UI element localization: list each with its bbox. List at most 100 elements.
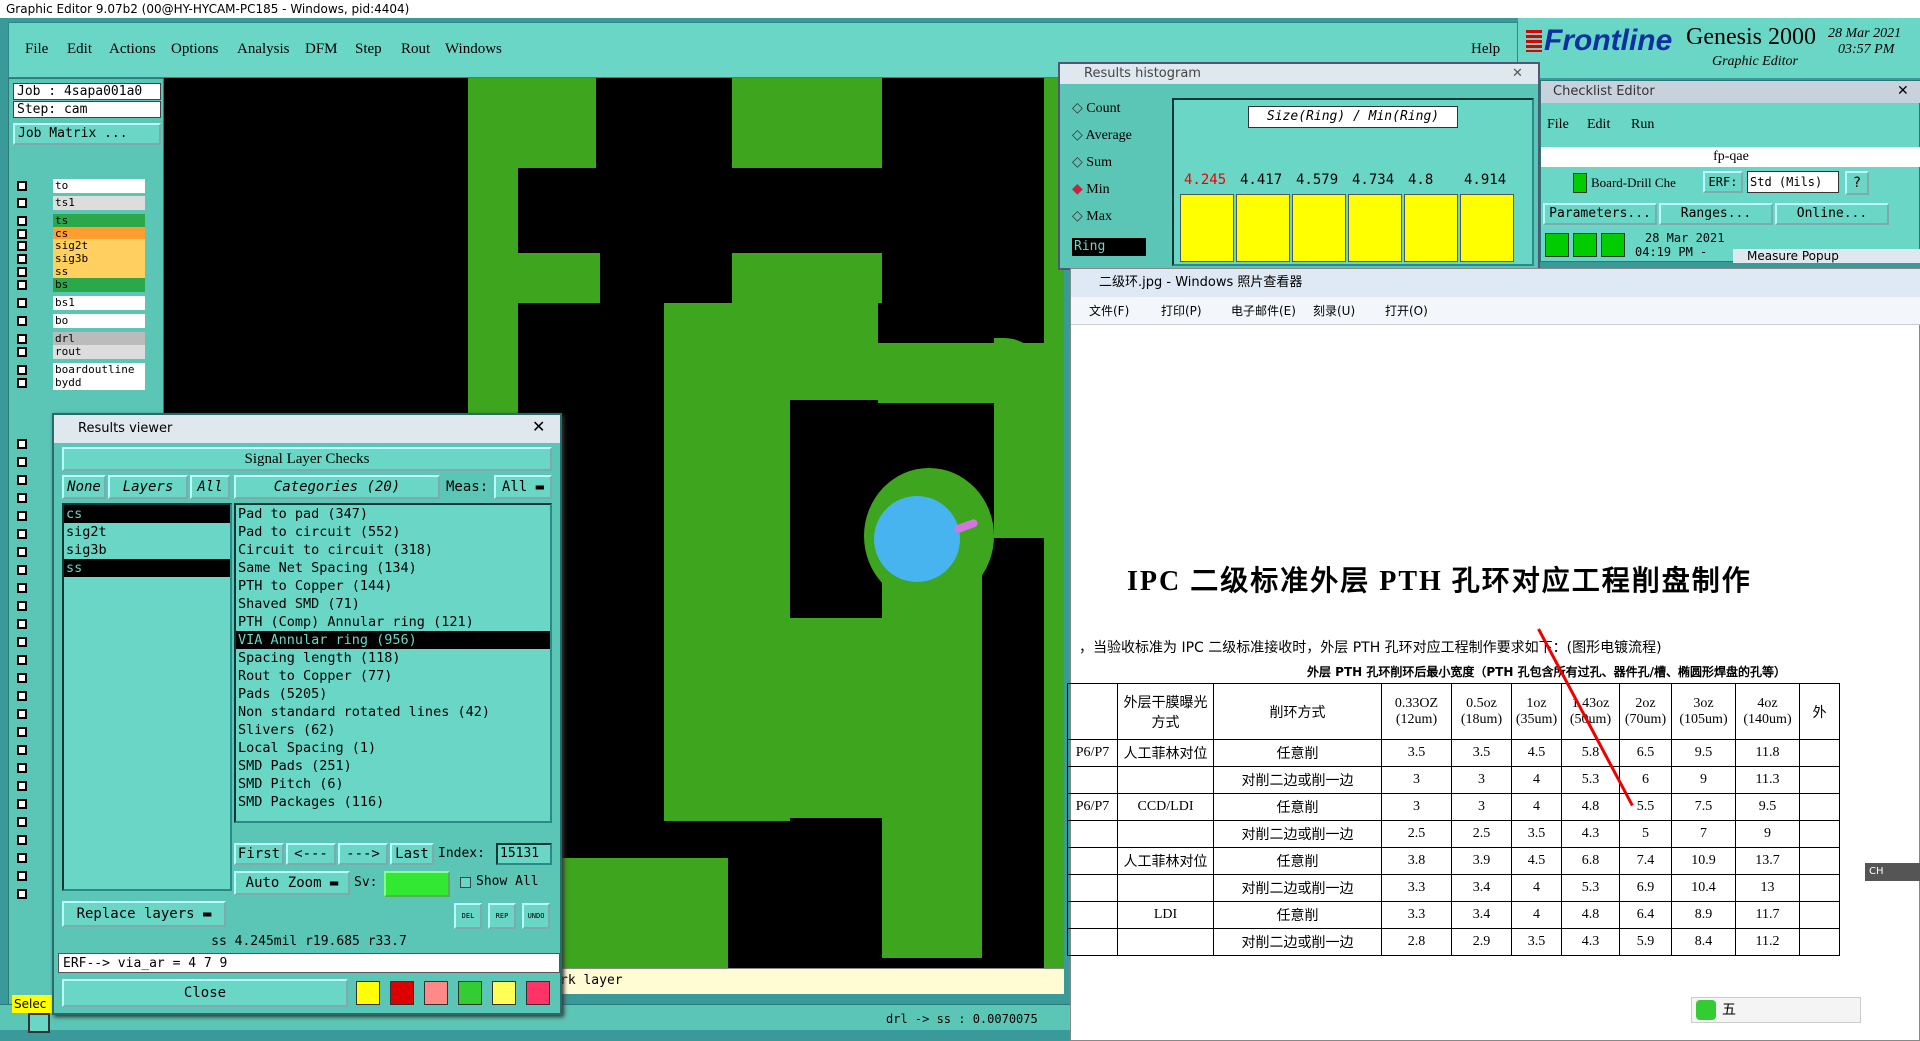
menu-actions[interactable]: Actions [109, 41, 156, 58]
number-icon[interactable] [458, 981, 482, 1005]
hist-option-count[interactable]: ◇ Count [1072, 100, 1121, 117]
erf-button[interactable]: ERF: [1703, 171, 1743, 193]
layer-checkbox[interactable] [17, 835, 27, 845]
layer-row-sig3b[interactable]: sig3b [13, 252, 163, 266]
layer-row-ts[interactable]: ts [13, 214, 163, 228]
layer-row-boardoutline[interactable]: boardoutline [13, 363, 163, 377]
category-item[interactable]: Spacing length (118) [236, 649, 550, 667]
category-item[interactable]: Local Spacing (1) [236, 739, 550, 757]
category-item[interactable]: Pads (5205) [236, 685, 550, 703]
photo-menu-burn[interactable]: 刻录(U) [1313, 297, 1355, 325]
layer-checkbox[interactable] [17, 691, 27, 701]
layer-checkbox[interactable] [17, 781, 27, 791]
rep-button[interactable]: REP [488, 903, 516, 929]
layer-checkbox[interactable] [17, 298, 27, 308]
index-input[interactable]: 15131 [496, 843, 552, 865]
layer-checkbox[interactable] [17, 181, 27, 191]
layer-checkbox[interactable] [17, 439, 27, 449]
category-item[interactable]: PTH (Comp) Annular ring (121) [236, 613, 550, 631]
layer-checkbox[interactable] [17, 280, 27, 290]
menu-help[interactable]: Help [1471, 41, 1500, 58]
layer-checkbox[interactable] [17, 378, 27, 388]
check-name[interactable]: Board-Drill Che [1591, 175, 1676, 191]
last-button[interactable]: Last [390, 843, 434, 865]
categories-button[interactable]: Categories (20) [234, 475, 440, 499]
hist-option-sum[interactable]: ◇ Sum [1072, 154, 1112, 171]
photo-menu-print[interactable]: 打印(P) [1161, 297, 1202, 325]
first-button[interactable]: First [234, 843, 284, 865]
layer-checkbox[interactable] [17, 799, 27, 809]
meas-select[interactable]: All ▬ [494, 475, 552, 499]
layer-row-sig2t[interactable]: sig2t [13, 239, 163, 253]
close-button[interactable]: Close [62, 979, 348, 1007]
photo-menu-email[interactable]: 电子邮件(E) [1231, 297, 1296, 325]
histogram-bar[interactable] [1236, 194, 1290, 262]
layer-item[interactable]: sig2t [64, 523, 230, 541]
run-all-icon[interactable] [1573, 233, 1597, 257]
layers-button[interactable]: Layers [108, 475, 188, 499]
category-item[interactable]: Pad to circuit (552) [236, 523, 550, 541]
layer-checkbox[interactable] [17, 365, 27, 375]
layer-checkbox[interactable] [17, 267, 27, 277]
layer-row-ss[interactable]: ss [13, 265, 163, 279]
lang-indicator[interactable]: CH [1865, 863, 1920, 881]
layer-checkbox[interactable] [17, 727, 27, 737]
category-item[interactable]: SMD Pitch (6) [236, 775, 550, 793]
category-item[interactable]: Non standard rotated lines (42) [236, 703, 550, 721]
layer-checkbox[interactable] [17, 871, 27, 881]
photo-menu-open[interactable]: 打开(O) [1385, 297, 1428, 325]
layer-item[interactable]: cs [64, 505, 230, 523]
close-icon[interactable]: ✕ [1512, 66, 1523, 81]
category-item[interactable]: Circuit to circuit (318) [236, 541, 550, 559]
close-icon[interactable]: ✕ [532, 417, 545, 436]
online-button[interactable]: Online... [1775, 203, 1889, 225]
layer-checkbox[interactable] [17, 457, 27, 467]
layer-checkbox[interactable] [17, 889, 27, 899]
ckl-menu-edit[interactable]: Edit [1587, 117, 1610, 133]
layer-checkbox[interactable] [17, 547, 27, 557]
category-item[interactable]: Shaved SMD (71) [236, 595, 550, 613]
category-item[interactable]: PTH to Copper (144) [236, 577, 550, 595]
report-icon[interactable] [492, 981, 516, 1005]
layer-row-drl[interactable]: drl [13, 332, 163, 346]
layer-checkbox[interactable] [17, 316, 27, 326]
ckl-menu-file[interactable]: File [1547, 117, 1569, 133]
hist-option-max[interactable]: ◇ Max [1072, 208, 1112, 225]
menu-dfm[interactable]: DFM [305, 41, 338, 58]
category-list[interactable]: Pad to pad (347) Pad to circuit (552) Circ… [234, 503, 552, 823]
menu-edit[interactable]: Edit [67, 41, 92, 58]
layer-checkbox[interactable] [17, 529, 27, 539]
layer-item[interactable]: ss [64, 559, 230, 577]
del-button[interactable]: DEL [454, 903, 482, 929]
photo-menu-file[interactable]: 文件(F) [1089, 297, 1129, 325]
stop-icon[interactable] [1601, 233, 1625, 257]
person-icon[interactable] [356, 981, 380, 1005]
layer-row-rout[interactable]: rout [13, 345, 163, 359]
histogram-bar[interactable] [1180, 194, 1234, 262]
layer-checkbox[interactable] [17, 334, 27, 344]
layer-row-bo[interactable]: bo [13, 314, 163, 328]
layer-checkbox[interactable] [17, 763, 27, 773]
category-item[interactable]: Same Net Spacing (134) [236, 559, 550, 577]
layer-checkbox[interactable] [17, 601, 27, 611]
via-drill-hole[interactable] [874, 496, 960, 582]
layer-row-ts1[interactable]: ts1 [13, 196, 163, 210]
layer-checkbox[interactable] [17, 198, 27, 208]
histogram-bar[interactable] [1404, 194, 1458, 262]
layer-checkbox[interactable] [17, 565, 27, 575]
category-item[interactable]: VIA Annular ring (956) [236, 631, 550, 649]
menu-windows[interactable]: Windows [445, 41, 502, 58]
layer-row-to[interactable]: to [13, 179, 163, 193]
category-item[interactable]: Slivers (62) [236, 721, 550, 739]
no-icon[interactable] [424, 981, 448, 1005]
run-icon[interactable] [1545, 233, 1569, 257]
layer-checkbox[interactable] [17, 493, 27, 503]
ime-label[interactable]: 五 [1722, 998, 1736, 1022]
auto-zoom-select[interactable]: Auto Zoom ▬ [234, 871, 350, 895]
layer-checkbox[interactable] [17, 347, 27, 357]
category-item[interactable]: SMD Pads (251) [236, 757, 550, 775]
category-item[interactable]: Pad to pad (347) [236, 505, 550, 523]
hist-option-min[interactable]: ◆ Min [1072, 181, 1110, 198]
parameters-button[interactable]: Parameters... [1543, 203, 1657, 225]
histogram-bar[interactable] [1292, 194, 1346, 262]
